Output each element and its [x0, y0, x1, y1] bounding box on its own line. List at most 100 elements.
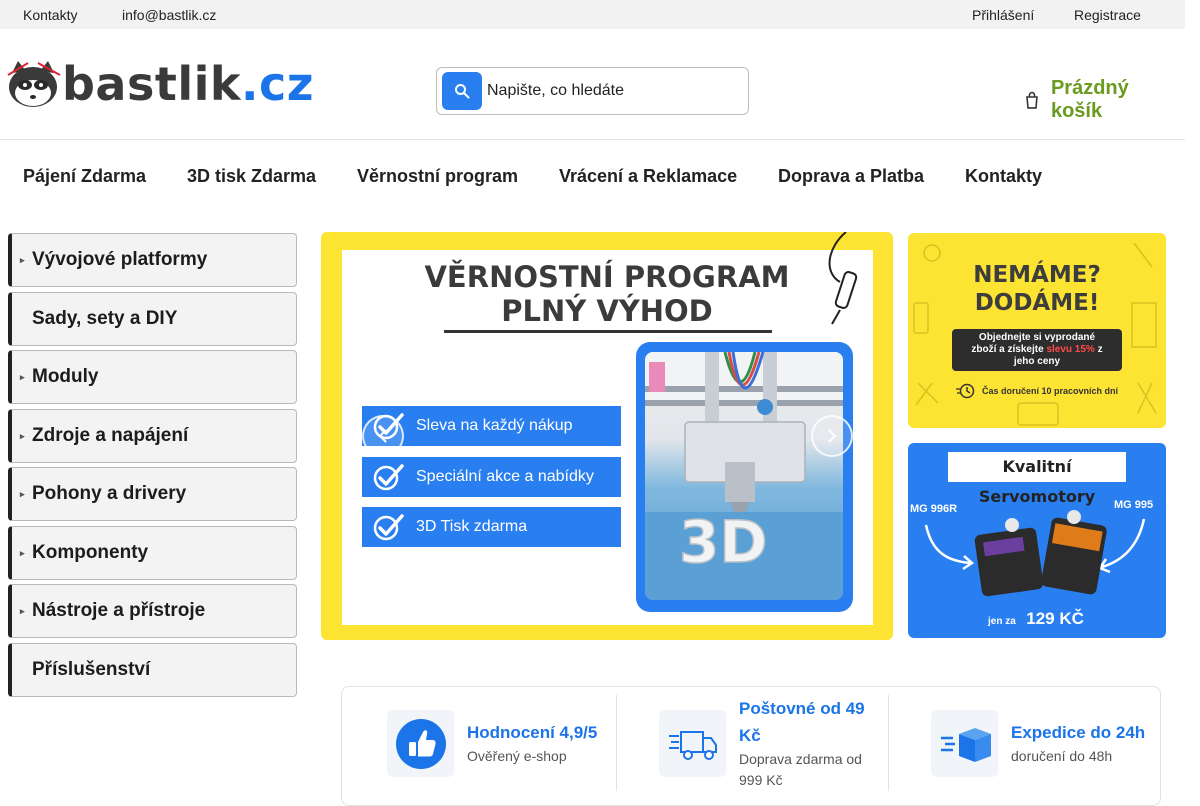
- category-label: Moduly: [32, 366, 99, 387]
- register-link[interactable]: Registrace: [1074, 7, 1141, 23]
- category-tools[interactable]: ▸ Nástroje a přístroje: [8, 584, 297, 638]
- promo-text-c: z: [1097, 344, 1103, 355]
- category-label: Příslušenství: [32, 658, 151, 680]
- promo-delivery-time: Čas doručení 10 pracovních dní: [956, 383, 1118, 399]
- feature-title: Expedice do 24h: [1011, 723, 1146, 742]
- search-input[interactable]: [487, 78, 737, 104]
- nav-item-soldering[interactable]: Pájení Zdarma: [23, 166, 146, 187]
- hero-banner-inner: VĚRNOSTNÍ PROGRAM PLNÝ VÝHOD Sleva na ka…: [342, 250, 873, 625]
- carousel-next-button[interactable]: [811, 415, 853, 457]
- chevron-right-icon: ▸: [20, 255, 25, 265]
- checkmark-icon: [362, 457, 416, 497]
- promo-heading-line1: NEMÁME?: [973, 262, 1101, 288]
- promo-text-b: zboží a získejte: [971, 344, 1044, 355]
- category-sidebar: ▸ Vývojové platformy Sady, sety a DIY ▸ Mo…: [8, 233, 297, 701]
- category-label: Zdroje a napájení: [32, 424, 189, 446]
- topbar-contacts-link[interactable]: Kontakty: [23, 7, 77, 23]
- site-header: bastlik.cz Prázdný košík: [0, 29, 1185, 140]
- hero-banner[interactable]: VĚRNOSTNÍ PROGRAM PLNÝ VÝHOD Sleva na ka…: [321, 232, 893, 640]
- hero-3d-printer-card: 3D: [636, 342, 853, 612]
- chevron-left-icon: [378, 429, 387, 443]
- nav-item-contacts[interactable]: Kontakty: [965, 166, 1042, 187]
- feature-icon-box: [931, 710, 998, 777]
- cart-button[interactable]: Prázdný košík: [1025, 77, 1185, 123]
- feature-subtitle: doručení do 48h: [1011, 748, 1113, 764]
- category-drives[interactable]: ▸ Pohony a drivery: [8, 467, 297, 521]
- hero-benefit-label: 3D Tisk zdarma: [416, 518, 528, 535]
- promo-servo-banner[interactable]: Kvalitní Servomotory MG 996R MG 995 jen …: [908, 443, 1166, 638]
- search-button[interactable]: [442, 72, 482, 110]
- price-prefix: jen za: [988, 616, 1016, 627]
- hero-benefit-label: Sleva na každý nákup: [416, 417, 573, 434]
- category-label: Komponenty: [32, 541, 149, 563]
- thumbs-up-icon: [395, 718, 446, 769]
- chevron-right-icon: ▸: [20, 606, 25, 616]
- promo-heading-line2: DODÁME!: [974, 290, 1100, 316]
- fast-package-icon: [940, 727, 991, 762]
- top-bar: Kontakty info@bastlik.cz Přihlášení Regi…: [0, 0, 1185, 29]
- nav-item-shipping[interactable]: Doprava a Platba: [778, 166, 924, 187]
- promo-text-line2: zboží a získejte slevu 15% z: [952, 344, 1122, 356]
- features-strip: Hodnocení 4,9/5 Ověřený e-shop Poštovné …: [341, 686, 1161, 806]
- logo-main-text: bastlik: [62, 57, 241, 111]
- feature-divider: [888, 695, 889, 791]
- hero-benefit-3d-print: 3D Tisk zdarma: [362, 507, 621, 547]
- promo-servo-price: jen za 129 KČ: [988, 609, 1084, 629]
- feature-subtitle: Doprava zdarma od 999 Kč: [739, 751, 862, 788]
- nav-item-3d-print[interactable]: 3D tisk Zdarma: [187, 166, 316, 187]
- chevron-right-icon: ▸: [20, 430, 25, 441]
- category-label: Pohony a drivery: [32, 483, 187, 504]
- promo-heading: NEMÁME? DODÁME!: [908, 261, 1166, 317]
- raccoon-logo-icon: [7, 61, 61, 107]
- checkmark-icon: [362, 507, 416, 547]
- feature-rating: Hodnocení 4,9/5 Ověřený e-shop: [387, 687, 617, 797]
- feature-shipping: Poštovné od 49 Kč Doprava zdarma od 999 …: [659, 687, 889, 797]
- logo-wordmark: bastlik.cz: [62, 57, 314, 111]
- category-label: Sady, sety a DIY: [32, 307, 178, 329]
- cart-label: Prázdný košík: [1050, 77, 1129, 122]
- shopping-bag-icon: [1026, 91, 1038, 109]
- delivery-truck-icon: [668, 730, 717, 760]
- site-logo[interactable]: bastlik.cz: [6, 53, 313, 113]
- chevron-right-icon: ▸: [20, 489, 25, 499]
- hero-benefit-label: Speciální akce a nabídky: [416, 468, 594, 485]
- feature-icon-box: [387, 710, 454, 777]
- feature-icon-box: [659, 710, 726, 777]
- feature-subtitle: Ověřený e-shop: [467, 748, 567, 764]
- hero-title-line1: VĚRNOSTNÍ PROGRAM: [424, 260, 790, 294]
- 3d-printer-illustration: 3D: [645, 352, 843, 600]
- carousel-prev-button[interactable]: [362, 415, 404, 457]
- nav-item-returns[interactable]: Vrácení a Reklamace: [559, 166, 737, 187]
- chevron-right-icon: ▸: [20, 547, 25, 558]
- nav-item-loyalty[interactable]: Věrnostní program: [357, 166, 518, 187]
- soldering-iron-icon: [828, 232, 858, 325]
- search-icon: [455, 84, 470, 99]
- price-value: 129 KČ: [1026, 609, 1084, 628]
- logo-tld-text: .cz: [240, 57, 314, 111]
- chevron-right-icon: ▸: [20, 372, 25, 382]
- promo-out-of-stock-banner[interactable]: NEMÁME? DODÁME! Objednejte si vyprodané …: [908, 233, 1166, 428]
- category-components[interactable]: ▸ Komponenty: [8, 525, 297, 580]
- topbar-email-link[interactable]: info@bastlik.cz: [122, 7, 216, 23]
- feature-dispatch: Expedice do 24h doručení do 48h: [931, 687, 1161, 797]
- chevron-right-icon: [828, 429, 837, 443]
- category-power[interactable]: ▸ Zdroje a napájení: [8, 408, 297, 463]
- feature-title: Poštovné od 49 Kč: [739, 699, 865, 745]
- search-box: [436, 67, 749, 115]
- promo-text-d: jeho ceny: [1013, 356, 1061, 367]
- category-accessories[interactable]: Příslušenství: [8, 642, 297, 697]
- hero-benefit-deals: Speciální akce a nabídky: [362, 457, 621, 497]
- login-link[interactable]: Přihlášení: [972, 7, 1034, 23]
- feature-divider: [616, 695, 617, 791]
- category-kits[interactable]: Sady, sety a DIY: [8, 291, 297, 346]
- feature-title: Hodnocení 4,9/5: [467, 723, 598, 742]
- category-label: Nástroje a přístroje: [32, 600, 206, 621]
- promo-discount: slevu 15%: [1046, 344, 1095, 355]
- category-dev-platforms[interactable]: ▸ Vývojové platformy: [8, 233, 297, 287]
- promo-text-a: Objednejte si vyprodané: [978, 332, 1096, 343]
- category-modules[interactable]: ▸ Moduly: [8, 350, 297, 404]
- hero-divider: [444, 330, 772, 333]
- svg-text:3D: 3D: [679, 508, 768, 576]
- hero-title: VĚRNOSTNÍ PROGRAM PLNÝ VÝHOD: [342, 260, 872, 328]
- promo-delivery-label: Čas doručení 10 pracovních dní: [982, 386, 1119, 396]
